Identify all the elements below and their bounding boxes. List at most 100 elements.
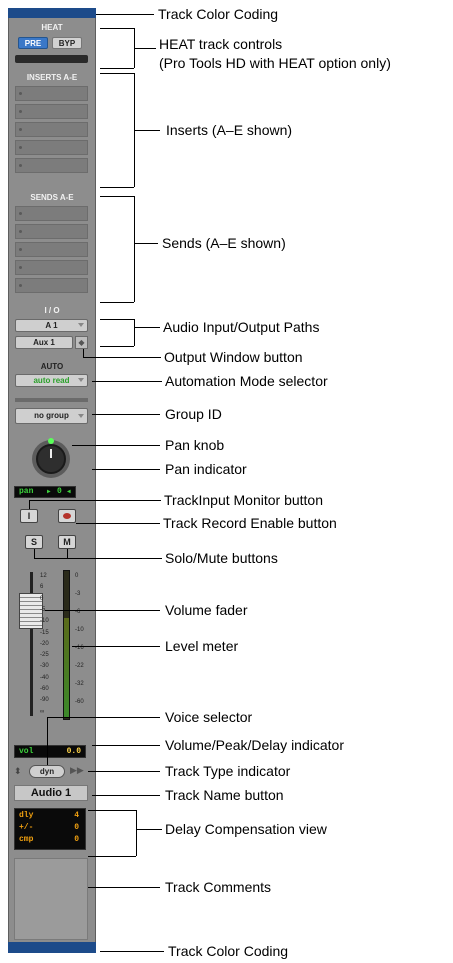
annotation-comments: Track Comments: [165, 879, 272, 895]
track-color-top: [8, 8, 96, 18]
heat-meter: [15, 55, 88, 63]
dropdown-arrow-icon: [78, 323, 84, 327]
output-path-selector[interactable]: Aux 1: [15, 336, 73, 349]
annotation-pan-knob: Pan knob: [165, 437, 225, 453]
insert-slot-b[interactable]: [15, 104, 88, 119]
auto-label: AUTO: [40, 362, 64, 371]
group-id-value: no group: [34, 411, 69, 420]
volume-peak-delay-indicator[interactable]: vol 0.0: [14, 745, 86, 758]
callout-line: [136, 829, 162, 830]
callout-line: [72, 646, 160, 647]
send-slot-a[interactable]: [15, 206, 88, 221]
callout-line: [83, 357, 161, 358]
annotation-track-type: Track Type indicator: [165, 763, 291, 779]
insert-slot-d[interactable]: [15, 140, 88, 155]
fader-scale-tick: -15: [40, 629, 49, 636]
callout-line: [100, 951, 164, 952]
callout-line: [47, 717, 160, 718]
pm-label: +/-: [19, 823, 34, 832]
callout-line: [88, 856, 136, 857]
callout-line: [47, 717, 48, 765]
callout-line: [92, 795, 160, 796]
callout-line: [100, 68, 134, 69]
track-name-button[interactable]: Audio 1: [14, 785, 88, 801]
mute-button[interactable]: M: [58, 535, 76, 549]
send-slot-c[interactable]: [15, 242, 88, 257]
vol-label: vol: [19, 747, 34, 756]
fader-scale-tick: 12: [40, 573, 47, 579]
output-window-button[interactable]: ◆: [75, 336, 88, 349]
pan-right-arrow-icon: ▶: [47, 488, 51, 495]
input-path-selector[interactable]: A 1: [15, 319, 88, 332]
heat-label: HEAT: [41, 23, 63, 32]
output-window-icon: ◆: [78, 338, 85, 347]
meter-scale-tick: -10: [75, 627, 84, 633]
annotation-vol-peak: Volume/Peak/Delay indicator: [165, 737, 344, 753]
annotation-io-paths: Audio Input/Output Paths: [163, 319, 320, 335]
pan-knob[interactable]: [36, 444, 66, 474]
send-slot-d[interactable]: [15, 260, 88, 275]
insert-slot-c[interactable]: [15, 122, 88, 137]
callout-line: [100, 73, 134, 74]
callout-line: [72, 445, 160, 446]
track-color-bottom: [8, 942, 96, 953]
callout-line: [45, 610, 160, 611]
callout-line: [134, 243, 158, 244]
dly-label: dly: [19, 811, 34, 820]
send-slot-b[interactable]: [15, 224, 88, 239]
track-type-icon: ▶▶: [70, 765, 84, 775]
record-enable-button[interactable]: [58, 509, 76, 523]
annotation-group-id: Group ID: [165, 406, 222, 422]
callout-line: [134, 130, 160, 131]
annotation-delay-comp: Delay Compensation view: [165, 821, 327, 837]
fader-scale-tick: -25: [40, 652, 49, 659]
callout-line: [92, 381, 162, 382]
callout-line: [100, 187, 134, 188]
automation-mode-selector[interactable]: auto read: [15, 374, 88, 387]
input-path-value: A 1: [45, 321, 58, 330]
fader-scale-tick: -60: [40, 686, 49, 692]
cmp-label: cmp: [19, 835, 34, 844]
callout-line: [136, 810, 137, 856]
fader-scale-tick: -30: [40, 663, 49, 670]
heat-byp-button[interactable]: BYP: [52, 37, 82, 49]
fader-scale-tick: -90: [40, 697, 49, 704]
track-comments[interactable]: [14, 858, 88, 940]
pan-indicator[interactable]: pan ▶ 0 ◀: [14, 486, 76, 498]
callout-line: [100, 302, 134, 303]
fader-scale-tick: -20: [40, 640, 49, 647]
annotation-input-monitor: TrackInput Monitor button: [164, 492, 324, 508]
heat-pre-button[interactable]: PRE: [18, 37, 48, 49]
send-slot-e[interactable]: [15, 278, 88, 293]
input-monitor-button[interactable]: I: [20, 509, 38, 523]
output-path-value: Aux 1: [33, 338, 55, 347]
io-label: I / O: [44, 306, 60, 315]
callout-line: [134, 48, 156, 49]
voice-updown-icon: ⬍: [14, 766, 22, 776]
solo-button[interactable]: S: [25, 535, 43, 549]
callout-line: [92, 414, 160, 415]
annotation-record-enable: Track Record Enable button: [163, 515, 337, 531]
insert-slot-e[interactable]: [15, 158, 88, 173]
annotation-sends: Sends (A–E shown): [162, 235, 286, 251]
insert-slot-a[interactable]: [15, 86, 88, 101]
callout-line: [29, 500, 161, 501]
annotation-heat-2: (Pro Tools HD with HEAT option only): [159, 55, 391, 71]
callout-line: [88, 887, 160, 888]
callout-line: [88, 810, 136, 811]
dropdown-arrow-icon: [78, 378, 84, 382]
annotation-inserts: Inserts (A–E shown): [166, 122, 293, 138]
annotation-bottom-color: Track Color Coding: [168, 943, 289, 959]
callout-line: [67, 549, 68, 559]
voice-selector[interactable]: dyn: [29, 765, 65, 778]
group-id-selector[interactable]: no group: [15, 408, 88, 424]
annotation-track-name: Track Name button: [165, 787, 284, 803]
fader-scale-tick: 0: [40, 595, 44, 602]
cmp-value: 0: [74, 835, 79, 844]
fader-scale-tick: 6: [40, 584, 44, 591]
annotation-volume-fader: Volume fader: [165, 602, 248, 618]
annotation-heat-1: HEAT track controls: [159, 36, 283, 52]
callout-line: [29, 500, 30, 509]
meter-scale-tick: -60: [75, 699, 84, 705]
inserts-label: INSERTS A-E: [26, 73, 78, 82]
